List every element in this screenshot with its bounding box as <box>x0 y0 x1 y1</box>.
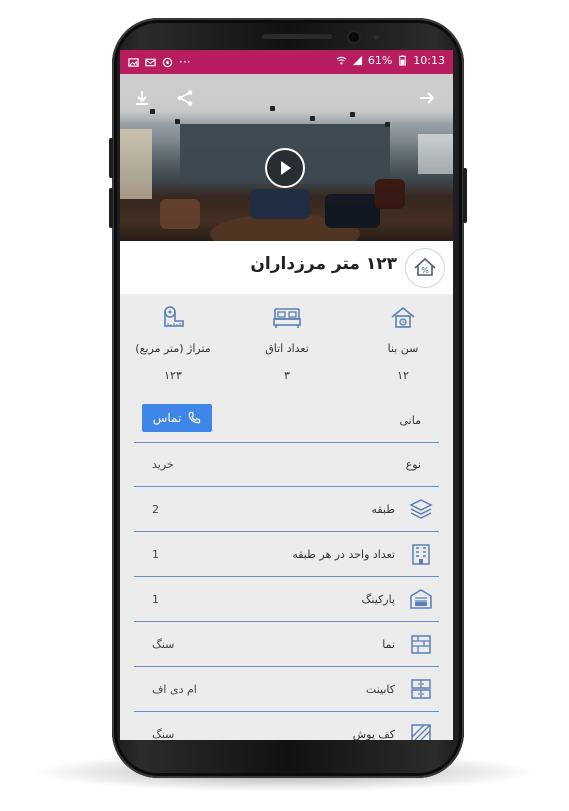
battery-icon <box>399 55 407 66</box>
detail-value: سنگ <box>152 638 175 651</box>
facade-icon <box>411 635 431 654</box>
back-button[interactable] <box>417 88 437 108</box>
app-notification-icon <box>162 57 173 67</box>
detail-label: کف پوش <box>352 728 395 740</box>
detail-row-flooring: کف پوش سنگ <box>134 712 439 740</box>
download-button[interactable] <box>132 88 152 108</box>
detail-row-units-per-floor: تعداد واحد در هر طبقه 1 <box>134 532 439 577</box>
house-percent-icon: % <box>414 257 436 276</box>
listing-title: ۱۲۳ متر مرزداران <box>250 254 397 274</box>
share-button[interactable] <box>175 88 195 108</box>
detail-value: 1 <box>152 548 159 561</box>
stat-value: ۱۲۳ <box>164 369 182 382</box>
stat-value: ۱۲ <box>397 369 409 382</box>
layers-icon <box>409 499 433 519</box>
svg-text:%: % <box>421 266 429 275</box>
power-button <box>463 168 467 223</box>
status-bar: ··· 61% 10:13 <box>120 50 453 74</box>
detail-row-facade: نما سنگ <box>134 622 439 667</box>
tape-measure-icon <box>164 306 184 327</box>
more-notifications-dots: ··· <box>179 55 191 69</box>
download-icon <box>136 91 148 105</box>
detail-label: نوع <box>405 458 421 471</box>
detail-label: پارکینگ <box>361 593 395 606</box>
stat-value: ۳ <box>284 369 290 382</box>
call-button-label: تماس <box>152 411 182 425</box>
detail-row-floor: طبقه 2 <box>134 487 439 532</box>
volume-down-button <box>109 188 113 228</box>
garage-icon <box>410 589 432 609</box>
share-icon <box>177 90 193 106</box>
detail-value: 2 <box>152 503 159 516</box>
signal-icon <box>352 55 362 66</box>
stat-building-age: سن بنا ۱۲ <box>358 304 448 382</box>
detail-label: طبقه <box>371 503 395 516</box>
arrow-right-icon <box>420 92 435 104</box>
volume-up-button <box>109 138 113 178</box>
bed-icon <box>273 308 301 328</box>
stat-area: متراژ (متر مربع) ۱۲۳ <box>128 304 218 382</box>
wifi-icon <box>336 56 347 65</box>
detail-value: ام دی اف <box>152 683 197 696</box>
listing-title-bar: ۱۲۳ متر مرزداران % <box>120 241 453 294</box>
detail-row-cabinet: کابینت ام دی اف <box>134 667 439 712</box>
call-button[interactable]: تماس <box>142 404 212 432</box>
property-panorama-image[interactable] <box>120 74 453 241</box>
stat-rooms: تعداد اتاق ۳ <box>242 304 332 382</box>
floor-tile-icon <box>411 724 431 740</box>
mail-notification-icon <box>145 58 156 66</box>
detail-row-type: نوع خرید <box>134 442 439 487</box>
gallery-notification-icon <box>128 57 139 67</box>
owner-contact-row: مانی تماس <box>134 398 439 443</box>
battery-percent: 61% <box>367 54 393 67</box>
owner-name: مانی <box>399 414 421 427</box>
stat-label: متراژ (متر مربع) <box>135 342 211 355</box>
detail-value: 1 <box>152 593 159 606</box>
detail-value: خرید <box>152 458 174 471</box>
app-screen: ··· 61% 10:13 ۱۲۳ متر مرزداران % سن بنا … <box>120 50 453 740</box>
detail-label: کابینت <box>365 683 395 696</box>
cabinet-icon <box>411 679 431 699</box>
earpiece-speaker <box>262 34 332 39</box>
agency-logo: % <box>405 248 445 288</box>
detail-label: تعداد واحد در هر طبقه <box>292 548 395 561</box>
detail-row-parking: پارکینگ 1 <box>134 577 439 622</box>
clock: 10:13 <box>413 54 445 67</box>
stat-label: سن بنا <box>387 342 419 355</box>
play-icon <box>281 161 291 175</box>
play-tour-button[interactable] <box>265 148 305 188</box>
front-camera <box>349 32 359 42</box>
building-icon <box>412 544 430 565</box>
proximity-sensor <box>374 35 379 40</box>
property-stats: سن بنا ۱۲ تعداد اتاق ۳ متراژ (متر مربع) … <box>120 294 453 398</box>
detail-value: سنگ <box>152 728 175 740</box>
phone-icon <box>188 411 201 424</box>
stat-label: تعداد اتاق <box>265 342 309 355</box>
detail-label: نما <box>382 638 395 651</box>
house-age-icon <box>391 306 415 328</box>
